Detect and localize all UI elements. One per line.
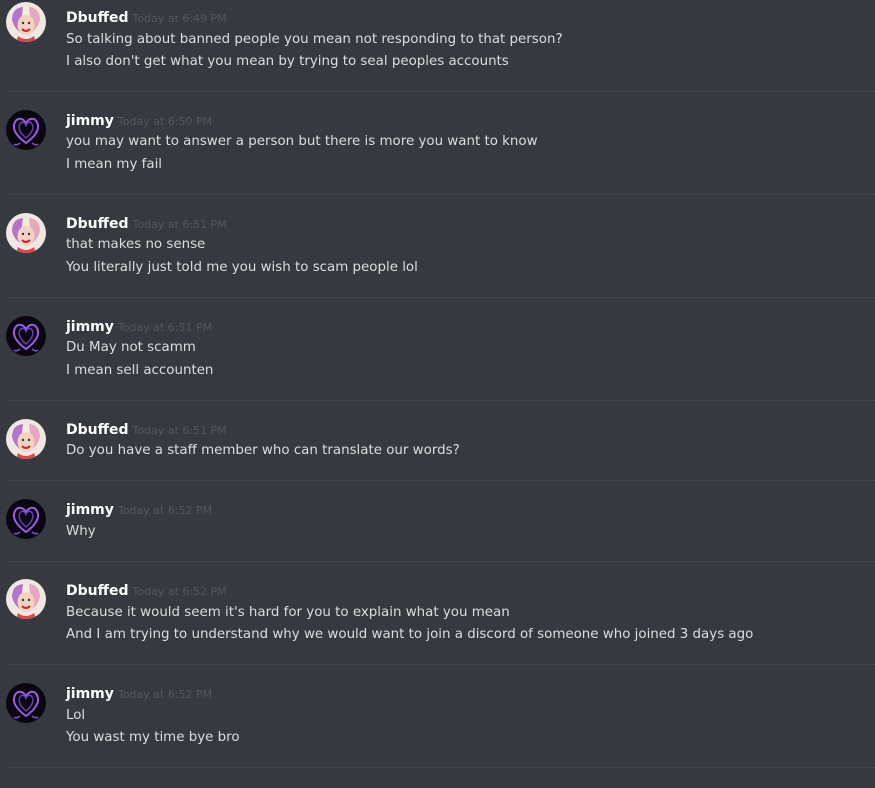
purple-heart-avatar-icon [6, 110, 46, 150]
timestamp: Today at 6:52 PM [117, 688, 213, 701]
username[interactable]: jimmy [66, 686, 114, 702]
username[interactable]: Dbuffed [66, 216, 128, 232]
username[interactable]: Dbuffed [66, 583, 128, 599]
message-text: Because it would seem it's hard for you … [66, 605, 510, 620]
harley-avatar-icon [6, 2, 46, 42]
harley-avatar-icon [6, 579, 46, 619]
message-divider [7, 561, 875, 562]
message-text: Du May not scamm [66, 340, 196, 355]
message-text: So talking about banned people you mean … [66, 32, 563, 47]
username[interactable]: jimmy [66, 319, 114, 335]
message-text: Why [66, 524, 96, 539]
username[interactable]: jimmy [66, 113, 114, 129]
message-text: Do you have a staff member who can trans… [66, 443, 460, 458]
avatar[interactable] [6, 110, 46, 150]
message-header: Dbuffed Today at 6:52 PM [66, 580, 227, 600]
timestamp: Today at 6:50 PM [117, 115, 213, 128]
username[interactable]: Dbuffed [66, 10, 128, 26]
timestamp: Today at 6:52 PM [117, 504, 213, 517]
avatar[interactable] [6, 579, 46, 619]
username[interactable]: jimmy [66, 502, 114, 518]
username[interactable]: Dbuffed [66, 422, 128, 438]
message-text: I mean my fail [66, 157, 163, 172]
message-header: Dbuffed Today at 6:49 PM [66, 7, 227, 27]
message-divider [7, 664, 875, 665]
avatar[interactable] [6, 2, 46, 42]
message-divider [7, 91, 875, 92]
message-header: jimmy Today at 6:51 PM [66, 316, 212, 336]
timestamp: Today at 6:52 PM [132, 585, 227, 598]
message-header: jimmy Today at 6:50 PM [66, 110, 212, 130]
harley-avatar-icon [6, 213, 46, 253]
message-divider [7, 400, 875, 401]
message-text: You wast my time bye bro [66, 730, 240, 745]
message-divider [7, 767, 875, 768]
timestamp: Today at 6:51 PM [117, 321, 213, 334]
message-divider [7, 297, 875, 298]
avatar[interactable] [6, 419, 46, 459]
timestamp: Today at 6:51 PM [132, 218, 227, 231]
message-header: Dbuffed Today at 6:51 PM [66, 213, 227, 233]
chat-messages[interactable]: Dbuffed Today at 6:49 PM So talking about… [0, 0, 875, 788]
message-header: jimmy Today at 6:52 PM [66, 683, 212, 703]
message-text: You literally just told me you wish to s… [66, 260, 418, 275]
timestamp: Today at 6:51 PM [132, 424, 227, 437]
avatar[interactable] [6, 213, 46, 253]
purple-heart-avatar-icon [6, 683, 46, 723]
message-text: I mean sell accounten [66, 363, 214, 378]
purple-heart-avatar-icon [6, 316, 46, 356]
avatar[interactable] [6, 316, 46, 356]
message-header: jimmy Today at 6:52 PM [66, 499, 212, 519]
harley-avatar-icon [6, 419, 46, 459]
message-text: you may want to answer a person but ther… [66, 134, 538, 149]
avatar[interactable] [6, 499, 46, 539]
message-divider [7, 480, 875, 481]
avatar[interactable] [6, 683, 46, 723]
purple-heart-avatar-icon [6, 499, 46, 539]
message-text: Lol [66, 708, 86, 723]
message-text: I also don't get what you mean by trying… [66, 54, 509, 69]
message-text: And I am trying to understand why we wou… [66, 627, 754, 642]
timestamp: Today at 6:49 PM [132, 12, 227, 25]
message-text: that makes no sense [66, 237, 206, 252]
message-divider [7, 194, 875, 195]
message-header: Dbuffed Today at 6:51 PM [66, 419, 227, 439]
